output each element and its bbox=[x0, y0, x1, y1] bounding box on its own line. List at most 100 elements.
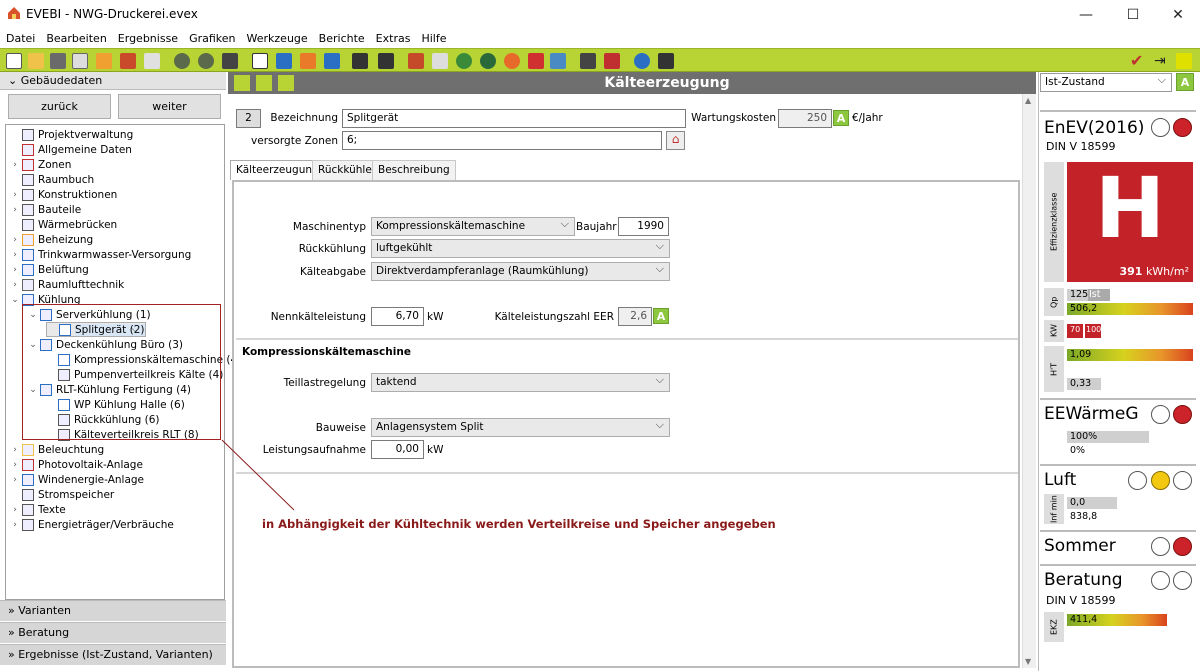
tab-kaelteerzeugung[interactable]: Kälteerzeugung bbox=[230, 160, 325, 180]
maschinentyp-select[interactable]: Kompressionskältemaschine bbox=[371, 217, 575, 236]
expand-icon[interactable]: › bbox=[10, 280, 20, 290]
tree-item[interactable]: › Belüftung bbox=[10, 262, 89, 277]
zone-picker-icon[interactable]: ⌂ bbox=[666, 131, 685, 150]
menu-datei[interactable]: Datei bbox=[6, 32, 35, 45]
left-panel-header[interactable]: ⌄ Gebäudedaten bbox=[0, 72, 226, 90]
tree-item[interactable]: › Trinkwarmwasser-Versorgung bbox=[10, 247, 191, 262]
wartung-input[interactable]: 250 bbox=[778, 109, 832, 128]
menu-extras[interactable]: Extras bbox=[376, 32, 411, 45]
calc-icon[interactable] bbox=[580, 53, 596, 69]
section-beratung[interactable]: » Beratung bbox=[0, 622, 226, 643]
section-ergebnisse[interactable]: » Ergebnisse (Ist-Zustand, Varianten) bbox=[0, 644, 226, 665]
open-icon[interactable] bbox=[28, 53, 44, 69]
new-icon[interactable] bbox=[6, 53, 22, 69]
minimize-button[interactable]: — bbox=[1063, 0, 1109, 29]
check-icon[interactable]: ✔ bbox=[1130, 53, 1146, 69]
tree-item[interactable]: › Konstruktionen bbox=[10, 187, 117, 202]
document-icon[interactable] bbox=[252, 53, 268, 69]
auto-a-icon[interactable]: A bbox=[833, 110, 849, 126]
expand-icon[interactable]: › bbox=[10, 475, 20, 485]
redo-icon[interactable] bbox=[198, 53, 214, 69]
scroll-down-icon[interactable]: ▼ bbox=[1025, 657, 1031, 666]
add-icon[interactable] bbox=[234, 75, 250, 91]
expand-icon[interactable]: › bbox=[10, 190, 20, 200]
undo-icon[interactable] bbox=[174, 53, 190, 69]
expand-icon[interactable]: › bbox=[10, 460, 20, 470]
menu-berichte[interactable]: Berichte bbox=[319, 32, 365, 45]
back-button[interactable]: zurück bbox=[8, 94, 111, 119]
zoom-icon[interactable] bbox=[456, 53, 472, 69]
kaelteabgabe-select[interactable]: Direktverdampferanlage (Raumkühlung) bbox=[371, 262, 670, 281]
globe-icon[interactable] bbox=[480, 53, 496, 69]
tree-item[interactable]: › Energieträger/Verbräuche bbox=[10, 517, 174, 532]
tree-item[interactable]: Projektverwaltung bbox=[10, 127, 133, 142]
copy-icon[interactable] bbox=[72, 53, 88, 69]
sum-blue-icon[interactable] bbox=[324, 53, 340, 69]
menu-ergebnisse[interactable]: Ergebnisse bbox=[118, 32, 178, 45]
expand-icon[interactable]: › bbox=[10, 250, 20, 260]
delete-icon[interactable] bbox=[256, 75, 272, 91]
bolt-icon[interactable] bbox=[528, 53, 544, 69]
expand-icon[interactable]: › bbox=[10, 160, 20, 170]
bezeichnung-input[interactable]: Splitgerät bbox=[342, 109, 686, 128]
report-icon[interactable] bbox=[408, 53, 424, 69]
water-icon[interactable] bbox=[550, 53, 566, 69]
tree-item[interactable]: › Beleuchtung bbox=[10, 442, 104, 457]
forward-button[interactable]: weiter bbox=[118, 94, 221, 119]
tab-beschreibung[interactable]: Beschreibung bbox=[372, 160, 456, 180]
dena-icon[interactable] bbox=[144, 53, 160, 69]
menu-grafiken[interactable]: Grafiken bbox=[189, 32, 235, 45]
expand-icon[interactable]: ⌄ bbox=[10, 295, 20, 305]
save-icon[interactable] bbox=[50, 53, 66, 69]
rueckkuehlung-select[interactable]: luftgekühlt bbox=[371, 239, 670, 258]
state-select[interactable]: Ist-Zustand bbox=[1040, 73, 1172, 92]
menu-hilfe[interactable]: Hilfe bbox=[421, 32, 446, 45]
menu-bearbeiten[interactable]: Bearbeiten bbox=[46, 32, 106, 45]
duplicate-icon[interactable] bbox=[278, 75, 294, 91]
calculator-icon[interactable] bbox=[658, 53, 674, 69]
tree-item[interactable]: Stromspeicher bbox=[10, 487, 114, 502]
sun-icon[interactable] bbox=[504, 53, 520, 69]
tree-item[interactable]: Wärmebrücken bbox=[10, 217, 117, 232]
menu-werkzeuge[interactable]: Werkzeuge bbox=[247, 32, 308, 45]
page-icon[interactable] bbox=[432, 53, 448, 69]
tree-item[interactable]: › Raumlufttechnik bbox=[10, 277, 124, 292]
columns-icon[interactable] bbox=[378, 53, 394, 69]
tree-item[interactable]: Allgemeine Daten bbox=[10, 142, 132, 157]
teillast-select[interactable]: taktend bbox=[371, 373, 670, 392]
tree-item[interactable]: › Texte bbox=[10, 502, 66, 517]
eer-input[interactable]: 2,6 bbox=[618, 307, 652, 326]
sum-orange-icon[interactable] bbox=[300, 53, 316, 69]
tree-item[interactable]: › Bauteile bbox=[10, 202, 81, 217]
help-icon[interactable] bbox=[634, 53, 650, 69]
export-icon[interactable] bbox=[120, 53, 136, 69]
export-arrow-icon[interactable]: ⇥ bbox=[1154, 53, 1170, 69]
tree-item[interactable]: Raumbuch bbox=[10, 172, 94, 187]
tree-item[interactable]: › Windenergie-Anlage bbox=[10, 472, 144, 487]
zonen-input[interactable]: 6; bbox=[342, 131, 662, 150]
expand-icon[interactable]: › bbox=[10, 505, 20, 515]
tree-item[interactable]: › Beheizung bbox=[10, 232, 93, 247]
section-varianten[interactable]: » Varianten bbox=[0, 600, 226, 621]
state-a-icon[interactable]: A bbox=[1176, 73, 1194, 91]
expand-icon[interactable]: › bbox=[10, 265, 20, 275]
chart-icon[interactable] bbox=[1176, 53, 1192, 69]
leistungsaufnahme-input[interactable]: 0,00 bbox=[371, 440, 424, 459]
list-icon[interactable] bbox=[276, 53, 292, 69]
expand-icon[interactable]: › bbox=[10, 205, 20, 215]
tree-item[interactable]: › Photovoltaik-Anlage bbox=[10, 457, 143, 472]
scroll-up-icon[interactable]: ▲ bbox=[1025, 96, 1031, 105]
expand-icon[interactable]: › bbox=[10, 520, 20, 530]
tree-item[interactable]: › Zonen bbox=[10, 157, 71, 172]
wizard-icon[interactable] bbox=[222, 53, 238, 69]
tree-icon[interactable] bbox=[352, 53, 368, 69]
expand-icon[interactable]: › bbox=[10, 445, 20, 455]
close-button[interactable]: ✕ bbox=[1155, 0, 1200, 29]
pdf-icon[interactable] bbox=[604, 53, 620, 69]
baujahr-input[interactable]: 1990 bbox=[618, 217, 669, 236]
eer-auto-a-icon[interactable]: A bbox=[653, 308, 669, 324]
expand-icon[interactable]: › bbox=[10, 235, 20, 245]
main-scrollbar[interactable]: ▲ ▼ bbox=[1022, 94, 1036, 668]
import-icon[interactable] bbox=[96, 53, 112, 69]
nennkaelteleistung-input[interactable]: 6,70 bbox=[371, 307, 424, 326]
